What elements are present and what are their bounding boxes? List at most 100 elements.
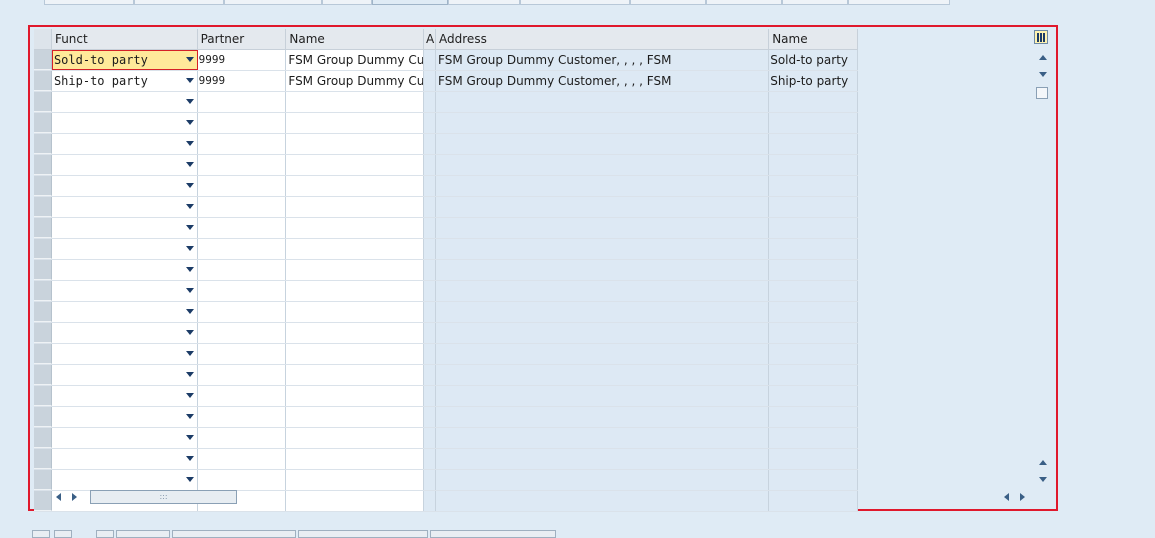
tab[interactable] (630, 0, 706, 5)
funct-cell[interactable] (51, 281, 198, 301)
chevron-down-icon[interactable] (185, 330, 194, 335)
tab[interactable] (224, 0, 322, 5)
row-selector[interactable] (34, 365, 52, 385)
table-row[interactable] (34, 407, 858, 428)
name-cell[interactable] (286, 239, 425, 259)
toolbar-button[interactable] (172, 530, 296, 538)
funct-cell[interactable] (51, 407, 198, 427)
row-selector[interactable] (34, 176, 52, 196)
arrow-right-icon[interactable] (72, 493, 77, 501)
tab[interactable] (448, 0, 520, 5)
funct-cell[interactable] (51, 323, 198, 343)
table-row[interactable] (34, 155, 858, 176)
funct-cell[interactable] (51, 344, 198, 364)
row-selector[interactable] (34, 323, 52, 343)
name-cell[interactable] (286, 365, 425, 385)
row-selector[interactable] (34, 218, 52, 238)
chevron-down-icon[interactable] (185, 78, 194, 83)
funct-cell[interactable] (51, 302, 198, 322)
row-selector[interactable] (34, 92, 52, 112)
partner-cell[interactable] (197, 260, 287, 280)
partner-cell[interactable] (197, 197, 287, 217)
partner-cell[interactable] (197, 344, 287, 364)
row-selector[interactable] (34, 239, 52, 259)
partner-cell[interactable] (197, 176, 287, 196)
tab[interactable] (782, 0, 848, 5)
arrow-down-icon[interactable] (1039, 72, 1047, 77)
chevron-down-icon[interactable] (185, 246, 194, 251)
name-cell[interactable] (286, 302, 425, 322)
table-row[interactable] (34, 218, 858, 239)
row-selector[interactable] (34, 302, 52, 322)
partner-cell[interactable] (197, 365, 287, 385)
row-selector[interactable] (34, 281, 52, 301)
funct-cell[interactable] (51, 428, 198, 448)
tab[interactable] (134, 0, 224, 5)
name-cell[interactable] (286, 344, 425, 364)
table-row[interactable] (34, 197, 858, 218)
arrow-up-icon[interactable] (1039, 460, 1047, 465)
row-selector[interactable] (34, 407, 52, 427)
name-cell[interactable] (286, 449, 425, 469)
table-row[interactable] (34, 365, 858, 386)
funct-cell[interactable]: Sold-to party (51, 50, 198, 70)
row-selector[interactable] (34, 155, 52, 175)
name-cell[interactable] (286, 134, 425, 154)
partner-cell[interactable] (197, 239, 287, 259)
table-row[interactable] (34, 470, 858, 491)
partner-cell[interactable] (197, 155, 287, 175)
column-header-a[interactable]: A (424, 29, 437, 49)
tab[interactable] (848, 0, 950, 5)
funct-cell[interactable] (51, 386, 198, 406)
name-cell[interactable] (286, 470, 425, 490)
chevron-down-icon[interactable] (185, 57, 194, 62)
chevron-down-icon[interactable] (185, 456, 194, 461)
name-cell[interactable] (286, 155, 425, 175)
toolbar-button[interactable] (430, 530, 556, 538)
toolbar-button[interactable] (96, 530, 114, 538)
partner-cell[interactable] (197, 134, 287, 154)
partner-cell[interactable] (197, 113, 287, 133)
funct-cell[interactable] (51, 176, 198, 196)
row-selector[interactable] (34, 50, 52, 70)
funct-cell[interactable]: Ship-to party (51, 71, 198, 91)
tab[interactable] (322, 0, 372, 5)
row-selector[interactable] (34, 449, 52, 469)
arrow-left-icon[interactable] (1004, 493, 1009, 501)
toolbar-button[interactable] (54, 530, 72, 538)
chevron-down-icon[interactable] (185, 309, 194, 314)
arrow-left-icon[interactable] (56, 493, 61, 501)
funct-cell[interactable] (51, 155, 198, 175)
name-cell[interactable] (286, 113, 425, 133)
column-layout-icon[interactable] (1034, 30, 1048, 44)
name-cell[interactable] (286, 386, 425, 406)
row-selector[interactable] (34, 113, 52, 133)
horizontal-scrollbar[interactable]: ::: (52, 489, 1052, 505)
row-selector[interactable] (34, 197, 52, 217)
chevron-down-icon[interactable] (185, 267, 194, 272)
name-cell[interactable] (286, 281, 425, 301)
partner-cell[interactable] (197, 218, 287, 238)
table-row[interactable] (34, 92, 858, 113)
column-header-address[interactable]: Address (436, 29, 770, 49)
table-row[interactable] (34, 113, 858, 134)
name-cell[interactable] (286, 323, 425, 343)
funct-cell[interactable] (51, 470, 198, 490)
table-row[interactable] (34, 428, 858, 449)
table-row[interactable] (34, 281, 858, 302)
table-row[interactable] (34, 134, 858, 155)
chevron-down-icon[interactable] (185, 141, 194, 146)
partner-cell[interactable]: 9999 (197, 71, 287, 91)
toolbar-button[interactable] (116, 530, 170, 538)
chevron-down-icon[interactable] (185, 393, 194, 398)
chevron-down-icon[interactable] (185, 435, 194, 440)
tab[interactable] (520, 0, 630, 5)
scrollbar-thumb[interactable]: ::: (90, 490, 237, 504)
partner-cell[interactable] (197, 449, 287, 469)
table-row[interactable] (34, 260, 858, 281)
arrow-right-icon[interactable] (1020, 493, 1025, 501)
column-header-funct[interactable]: Funct (52, 29, 198, 49)
chevron-down-icon[interactable] (185, 120, 194, 125)
funct-cell[interactable] (51, 113, 198, 133)
table-row[interactable] (34, 344, 858, 365)
